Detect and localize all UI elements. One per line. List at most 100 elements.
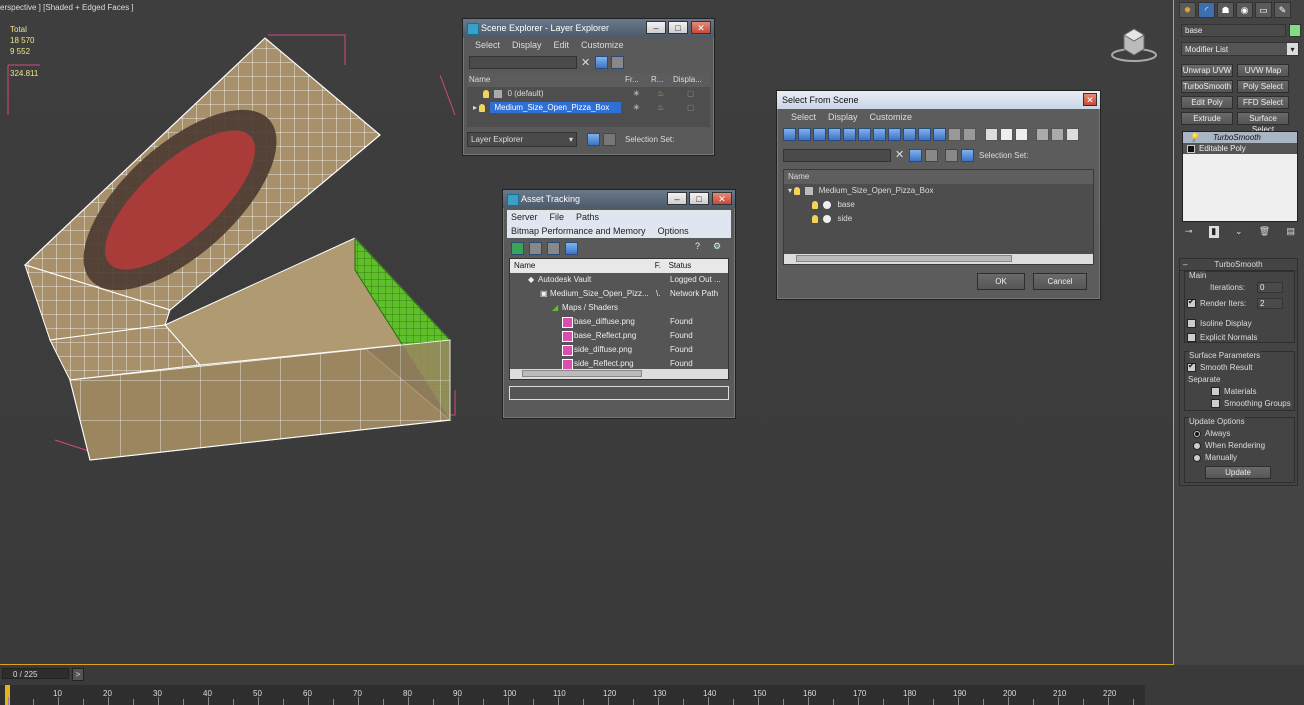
- expand-plus-icon[interactable]: [1187, 145, 1195, 153]
- layer-row[interactable]: 0 (default) ✳ ♨ ▢: [467, 87, 710, 101]
- menu-edit[interactable]: Edit: [554, 40, 570, 50]
- light-bulb-icon[interactable]: [483, 89, 489, 98]
- display-spacewarps-icon[interactable]: [858, 128, 871, 141]
- display-all-icon[interactable]: [963, 128, 976, 141]
- close-button[interactable]: ✕: [1083, 93, 1097, 106]
- search-input[interactable]: [469, 56, 577, 69]
- uvw-map-button[interactable]: UVW Map: [1237, 64, 1289, 77]
- scrollbar-thumb[interactable]: [522, 370, 642, 377]
- render-icon[interactable]: ♨: [657, 87, 664, 101]
- smoothing-groups-checkbox[interactable]: [1211, 399, 1220, 409]
- selection-set-icon[interactable]: [961, 149, 974, 162]
- next-frame-button[interactable]: >: [72, 668, 84, 681]
- modify-tab-icon[interactable]: ◜: [1198, 2, 1215, 18]
- layer-row[interactable]: ▸ Medium_Size_Open_Pizza_Box ✳ ♨ ▢: [467, 101, 710, 115]
- display-cameras-icon[interactable]: [828, 128, 841, 141]
- path-field[interactable]: [509, 386, 729, 400]
- find-input[interactable]: [783, 149, 891, 162]
- col-status[interactable]: Status: [669, 259, 728, 273]
- menu-display[interactable]: Display: [512, 40, 542, 50]
- sync-selection-icon[interactable]: [1051, 128, 1065, 141]
- select-from-scene-titlebar[interactable]: Select From Scene ✕: [777, 91, 1100, 109]
- table-row[interactable]: base_diffuse.png Found: [510, 315, 728, 329]
- menu-display[interactable]: Display: [828, 112, 858, 122]
- menu-file[interactable]: File: [550, 212, 565, 222]
- minimize-button[interactable]: –: [646, 21, 666, 34]
- tree-node-root[interactable]: ▾ Medium_Size_Open_Pizza_Box: [784, 184, 1093, 198]
- turbosmooth-button[interactable]: TurboSmooth: [1181, 80, 1233, 93]
- asset-tracking-titlebar[interactable]: Asset Tracking – □ ✕: [503, 190, 735, 208]
- select-from-scene-window[interactable]: Select From Scene ✕ Select Display Custo…: [776, 90, 1101, 300]
- rollout-header[interactable]: – TurboSmooth: [1180, 259, 1297, 271]
- layers-icon[interactable]: [587, 133, 600, 146]
- smoothing-groups-option[interactable]: Smoothing Groups: [1211, 399, 1291, 409]
- select-none-icon[interactable]: [999, 128, 1013, 141]
- display-hidden-icon[interactable]: [948, 128, 961, 141]
- col-renderable[interactable]: R...: [651, 73, 673, 87]
- materials-option[interactable]: Materials: [1211, 387, 1256, 397]
- light-bulb-icon[interactable]: 💡: [1189, 132, 1199, 143]
- when-rendering-radio[interactable]: [1193, 441, 1201, 450]
- stack-item-editable-poly[interactable]: Editable Poly: [1183, 143, 1297, 154]
- isoline-option[interactable]: Isoline Display: [1187, 319, 1252, 329]
- manually-option[interactable]: Manually: [1193, 453, 1237, 462]
- always-option[interactable]: Always: [1193, 429, 1230, 438]
- smooth-result-option[interactable]: Smooth Result: [1187, 361, 1252, 373]
- hierarchy-icon[interactable]: [603, 133, 616, 146]
- materials-checkbox[interactable]: [1211, 387, 1220, 397]
- update-button[interactable]: Update: [1205, 466, 1271, 479]
- unwrap-uvw-button[interactable]: Unwrap UVW: [1181, 64, 1233, 77]
- render-iters-checkbox[interactable]: [1187, 297, 1196, 309]
- smooth-result-checkbox[interactable]: [1187, 361, 1196, 373]
- menu-customize[interactable]: Customize: [870, 112, 913, 122]
- collapse-arrow-icon[interactable]: ▾: [788, 186, 792, 195]
- details-view-icon[interactable]: [547, 242, 560, 255]
- layers-icon[interactable]: [945, 149, 958, 162]
- explicit-normals-checkbox[interactable]: [1187, 333, 1196, 343]
- menu-server[interactable]: Server: [511, 212, 538, 222]
- help-icon[interactable]: ?: [695, 241, 700, 251]
- display-icon[interactable]: ▢: [687, 101, 695, 115]
- table-row[interactable]: ◆ Autodesk Vault Logged Out ...: [510, 273, 728, 287]
- display-shapes-icon[interactable]: [798, 128, 811, 141]
- make-unique-icon[interactable]: ⌄: [1235, 226, 1243, 238]
- scene-explorer-titlebar[interactable]: Scene Explorer - Layer Explorer – □ ✕: [463, 19, 714, 37]
- close-button[interactable]: ✕: [712, 192, 732, 205]
- tree-node[interactable]: base: [784, 198, 1093, 212]
- clear-search-icon[interactable]: ✕: [895, 148, 904, 161]
- display-frozen-icon[interactable]: [933, 128, 946, 141]
- always-radio[interactable]: [1193, 429, 1201, 438]
- scene-explorer-window[interactable]: Scene Explorer - Layer Explorer – □ ✕ Se…: [462, 18, 715, 156]
- hierarchy-tab-icon[interactable]: ☗: [1217, 2, 1234, 18]
- light-bulb-icon[interactable]: [479, 103, 486, 112]
- close-button[interactable]: ✕: [691, 21, 711, 34]
- table-row[interactable]: side_diffuse.png Found: [510, 343, 728, 357]
- filter-icon[interactable]: [1036, 128, 1050, 141]
- table-row[interactable]: ▣ Medium_Size_Open_Pizz... \. Network Pa…: [510, 287, 728, 301]
- freeze-icon[interactable]: ✳: [633, 87, 640, 101]
- display-xrefs-icon[interactable]: [888, 128, 901, 141]
- render-icon[interactable]: ♨: [657, 101, 664, 115]
- ffd-select-button[interactable]: FFD Select: [1237, 96, 1289, 109]
- display-helpers-icon[interactable]: [843, 128, 856, 141]
- minimize-button[interactable]: –: [667, 192, 687, 205]
- create-tab-icon[interactable]: ✹: [1179, 2, 1196, 18]
- menu-bitmap-performance[interactable]: Bitmap Performance and Memory: [511, 226, 646, 236]
- render-iters-option[interactable]: Render Iters:: [1187, 297, 1246, 309]
- list-view-icon[interactable]: [529, 242, 542, 255]
- menu-options[interactable]: Options: [658, 226, 689, 236]
- light-bulb-icon[interactable]: [812, 214, 818, 223]
- maximize-button[interactable]: □: [668, 21, 688, 34]
- show-end-result-icon[interactable]: ▮: [1208, 226, 1219, 238]
- display-tab-icon[interactable]: ▭: [1255, 2, 1272, 18]
- filter-icon[interactable]: [595, 56, 608, 69]
- menu-select[interactable]: Select: [791, 112, 816, 122]
- viewport-label[interactable]: erspective ] [Shaded + Edged Faces ]: [0, 3, 134, 12]
- display-bones-icon[interactable]: [903, 128, 916, 141]
- display-icon[interactable]: ▢: [687, 87, 695, 101]
- cancel-button[interactable]: Cancel: [1033, 273, 1087, 290]
- table-row[interactable]: base_Reflect.png Found: [510, 329, 728, 343]
- time-slider[interactable]: 0 / 225: [2, 668, 69, 679]
- isoline-checkbox[interactable]: [1187, 319, 1196, 329]
- poly-select-button[interactable]: Poly Select: [1237, 80, 1289, 93]
